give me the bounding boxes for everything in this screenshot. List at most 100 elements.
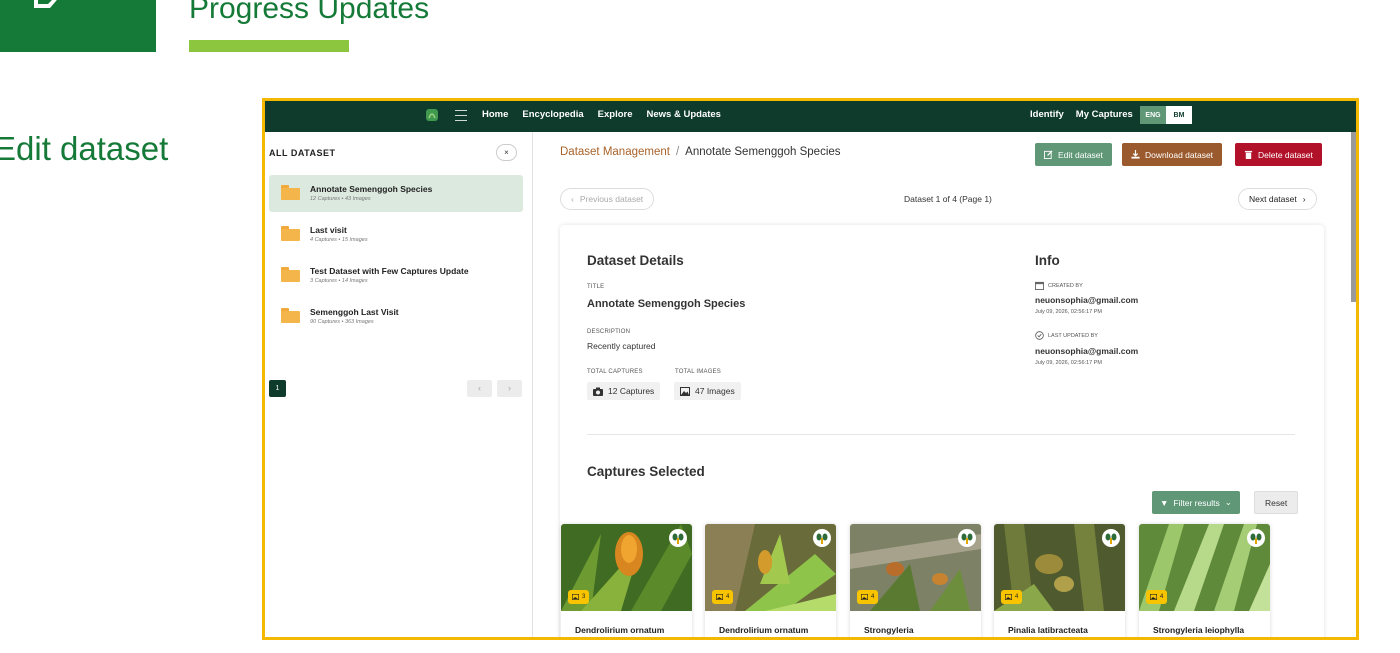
- total-captures-label: TOTAL CAPTURES: [587, 369, 643, 375]
- dataset-meta: 12 Captures • 43 Images: [310, 196, 371, 202]
- image-count: 4: [1160, 594, 1164, 600]
- capture-name: Strongyleria leiophylla: [1153, 625, 1245, 635]
- image-count: 3: [582, 594, 586, 600]
- reset-button[interactable]: Reset: [1254, 491, 1299, 514]
- image-count-badge: 4: [1146, 590, 1168, 604]
- next-dataset-button[interactable]: Next dataset ›: [1238, 188, 1317, 210]
- download-dataset-label: Download dataset: [1145, 149, 1214, 160]
- nav-explore[interactable]: Explore: [598, 109, 633, 120]
- owl-logo-icon: [1102, 529, 1120, 547]
- total-images-value: 47 Images: [695, 386, 735, 396]
- image-icon: [680, 386, 690, 396]
- calendar-icon: [1035, 281, 1044, 290]
- dataset-meta: 4 Captures • 15 Images: [310, 237, 368, 243]
- owl-logo-icon: [813, 529, 831, 547]
- edit-dataset-label: Edit dataset: [1058, 149, 1103, 160]
- image-count-badge: 3: [568, 590, 590, 604]
- last-updated-by-label-text: LAST UPDATED BY: [1048, 332, 1098, 339]
- edit-dataset-button[interactable]: Edit dataset: [1035, 143, 1112, 166]
- dataset-details-heading: Dataset Details: [587, 253, 684, 268]
- nav-encyclopedia[interactable]: Encyclopedia: [522, 109, 583, 120]
- chevron-left-icon: ‹: [571, 194, 574, 204]
- folder-icon: [281, 185, 300, 200]
- capture-card[interactable]: 4 Strongyleria leiophylla: [1139, 524, 1270, 637]
- camera-icon: [593, 387, 603, 396]
- sidebar-item-dataset[interactable]: Semenggoh Last Visit 90 Captures • 363 I…: [269, 298, 523, 335]
- capture-card[interactable]: 3 Dendrolirium ornatum: [561, 524, 692, 637]
- owl-logo-icon: [669, 529, 687, 547]
- image-icon: [1150, 594, 1157, 600]
- image-count-badge: 4: [712, 590, 734, 604]
- folder-icon: [281, 308, 300, 323]
- capture-card[interactable]: 4 Strongyleria: [850, 524, 981, 637]
- image-icon: [716, 594, 723, 600]
- download-dataset-button[interactable]: Download dataset: [1122, 143, 1223, 166]
- previous-dataset-button[interactable]: ‹ Previous dataset: [560, 188, 655, 210]
- image-icon: [1005, 594, 1012, 600]
- dataset-meta: 90 Captures • 363 Images: [310, 319, 374, 325]
- created-by-label-text: CREATED BY: [1048, 282, 1083, 289]
- lang-bm-button[interactable]: BM: [1166, 106, 1192, 124]
- sidebar-page-number[interactable]: 1: [269, 380, 286, 397]
- sidebar-item-dataset[interactable]: Last visit 4 Captures • 15 Images: [269, 216, 523, 253]
- captures-selected-heading: Captures Selected: [587, 464, 705, 479]
- last-updated-by-label: LAST UPDATED BY: [1035, 331, 1098, 340]
- next-dataset-label: Next dataset: [1249, 194, 1297, 204]
- dataset-meta: 3 Captures • 14 Images: [310, 278, 368, 284]
- nav-identify[interactable]: Identify: [1030, 109, 1064, 120]
- info-heading: Info: [1035, 253, 1060, 268]
- image-icon: [572, 594, 579, 600]
- nav-my-captures[interactable]: My Captures: [1076, 109, 1133, 120]
- nav-home[interactable]: Home: [482, 109, 508, 120]
- lang-eng-button[interactable]: ENG: [1140, 106, 1166, 124]
- image-count: 4: [871, 594, 875, 600]
- folder-icon: [281, 267, 300, 282]
- dataset-name: Last visit: [310, 225, 347, 235]
- sidebar-prev-page-button[interactable]: ‹: [467, 380, 492, 397]
- dataset-title: Annotate Semenggoh Species: [587, 298, 746, 310]
- delete-dataset-label: Delete dataset: [1258, 149, 1313, 160]
- dataset-name: Semenggoh Last Visit: [310, 307, 399, 317]
- total-images-label: TOTAL IMAGES: [675, 369, 721, 375]
- total-images-chip: 47 Images: [674, 382, 741, 400]
- total-captures-value: 12 Captures: [608, 386, 655, 396]
- image-count: 4: [1015, 594, 1019, 600]
- image-count-badge: 4: [857, 590, 879, 604]
- delete-dataset-button[interactable]: Delete dataset: [1235, 143, 1322, 166]
- owl-logo-icon: [958, 529, 976, 547]
- check-circle-icon: [1035, 331, 1044, 340]
- sidebar-item-dataset[interactable]: Annotate Semenggoh Species 12 Captures •…: [269, 175, 523, 212]
- slide-title: Progress Updates: [189, 0, 430, 25]
- sidebar-item-dataset[interactable]: Test Dataset with Few Captures Update 3 …: [269, 257, 523, 294]
- dataset-details-card: Dataset Details TITLE Annotate Semenggoh…: [560, 225, 1324, 637]
- chevron-right-icon: ›: [1302, 194, 1306, 204]
- breadcrumb-current: Annotate Semenggoh Species: [685, 146, 841, 158]
- nav-right-links: Identify My Captures: [1030, 109, 1133, 120]
- capture-card[interactable]: 4 Dendrolirium ornatum: [705, 524, 836, 637]
- menu-icon[interactable]: [455, 110, 467, 121]
- filter-results-label: Filter results: [1173, 497, 1220, 508]
- created-by-email: neuonsophia@gmail.com: [1035, 295, 1139, 305]
- sidebar-next-page-button[interactable]: ›: [497, 380, 522, 397]
- folder-icon: [281, 226, 300, 241]
- logo-icon[interactable]: [425, 108, 439, 122]
- app-screenshot-frame: Home Encyclopedia Explore News & Updates…: [262, 98, 1359, 640]
- capture-name: Dendrolirium ornatum: [575, 625, 665, 635]
- download-icon: [1131, 150, 1140, 159]
- trash-icon: [1244, 150, 1253, 159]
- edit-icon: [34, 0, 57, 8]
- slide-icon-box: [0, 0, 156, 52]
- nav-links: Home Encyclopedia Explore News & Updates: [482, 109, 721, 120]
- sidebar-heading: ALL DATASET: [269, 148, 336, 158]
- filter-results-button[interactable]: ▼ Filter results ⌄: [1152, 491, 1240, 514]
- sidebar-close-button[interactable]: ×: [496, 144, 517, 161]
- image-count: 4: [726, 594, 730, 600]
- capture-name: Pinalia latibracteata: [1008, 625, 1088, 635]
- last-updated-by-email: neuonsophia@gmail.com: [1035, 346, 1139, 356]
- nav-news-updates[interactable]: News & Updates: [647, 109, 721, 120]
- total-captures-chip: 12 Captures: [587, 382, 661, 400]
- slide-subtitle: Edit dataset: [0, 130, 169, 167]
- capture-card[interactable]: 4 Pinalia latibracteata: [994, 524, 1125, 637]
- breadcrumb-root-link[interactable]: Dataset Management: [560, 146, 670, 158]
- dataset-description: Recently captured: [587, 341, 656, 351]
